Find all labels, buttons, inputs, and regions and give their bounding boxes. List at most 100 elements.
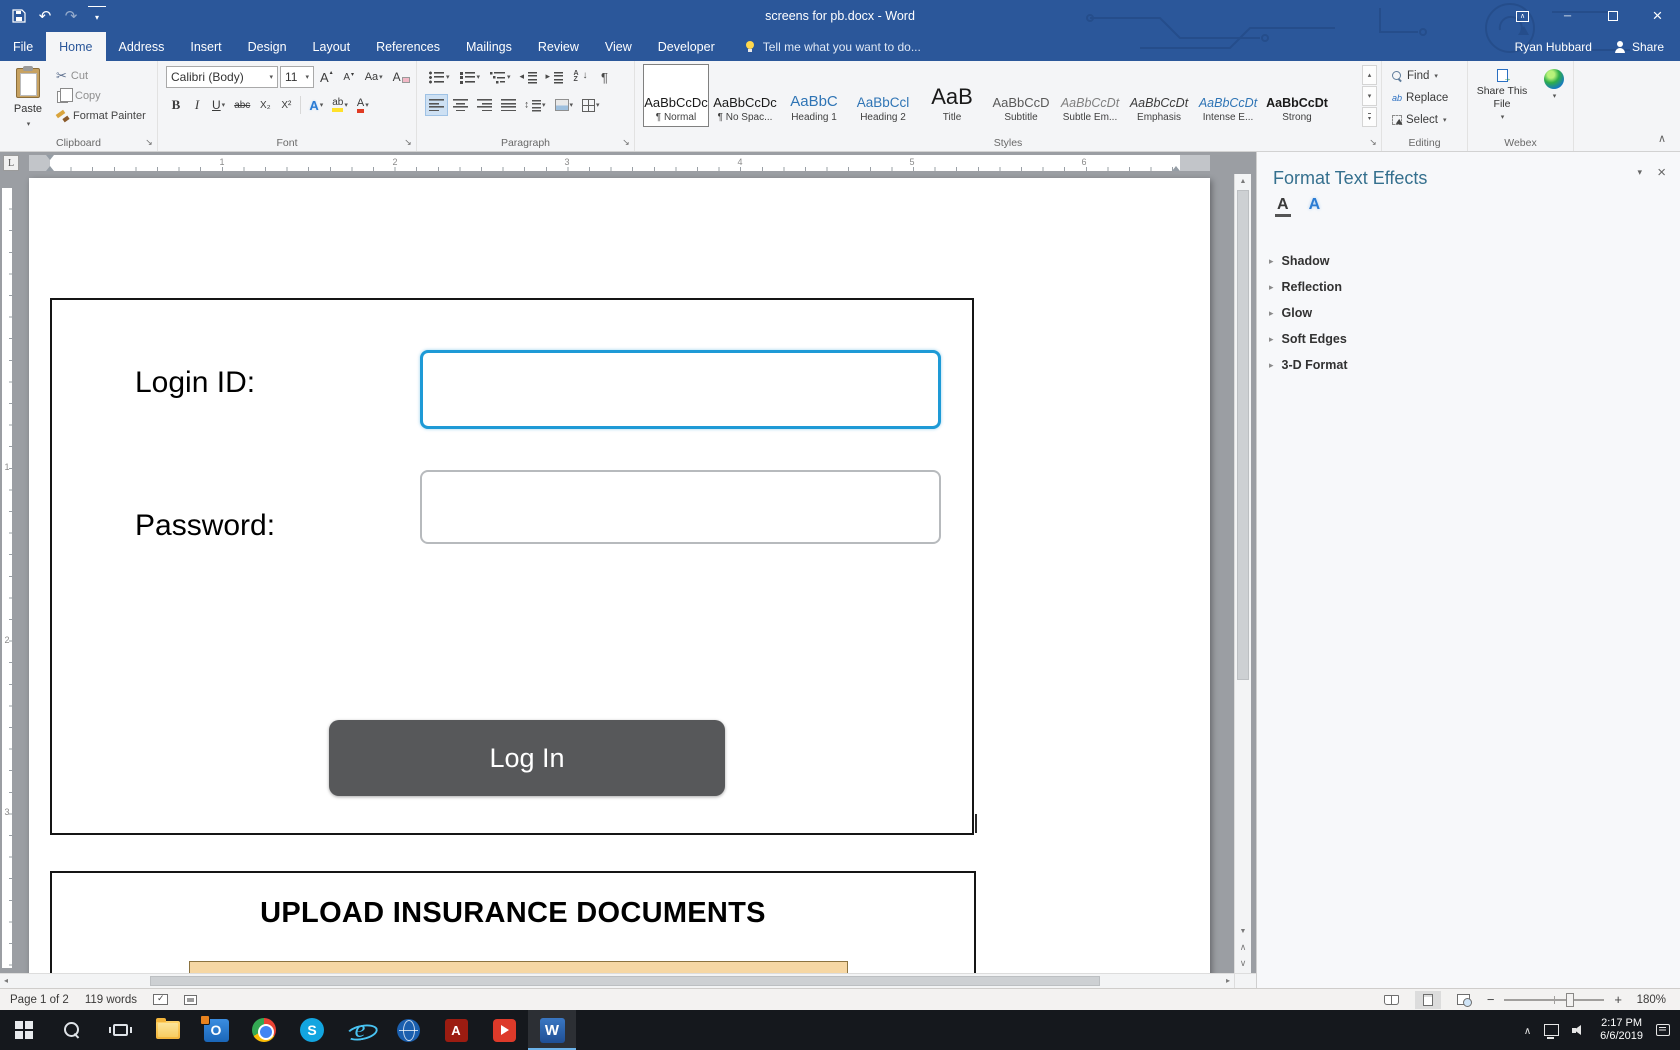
tab-developer[interactable]: Developer bbox=[645, 32, 728, 61]
style-heading-1[interactable]: AaBbC Heading 1 bbox=[781, 64, 847, 127]
font-name-select[interactable]: Calibri (Body) bbox=[166, 66, 278, 88]
start-button[interactable] bbox=[0, 1010, 48, 1050]
style-no-spacing[interactable]: AaBbCcDc ¶ No Spac... bbox=[712, 64, 778, 127]
styles-scroll-down-button[interactable] bbox=[1362, 86, 1377, 106]
next-page-button[interactable] bbox=[1235, 958, 1251, 969]
shading-button[interactable] bbox=[551, 94, 578, 116]
borders-button[interactable] bbox=[578, 94, 604, 116]
horizontal-ruler[interactable]: 1 2 3 4 5 6 bbox=[20, 155, 1230, 171]
zoom-out-button[interactable] bbox=[1487, 992, 1495, 1007]
zoom-slider[interactable] bbox=[1504, 999, 1604, 1001]
section-soft-edges[interactable]: Soft Edges bbox=[1269, 327, 1668, 351]
read-mode-button[interactable] bbox=[1379, 991, 1405, 1009]
justify-button[interactable] bbox=[497, 94, 520, 116]
vertical-scrollbar[interactable] bbox=[1234, 174, 1251, 973]
change-case-button[interactable] bbox=[361, 66, 387, 88]
previous-page-button[interactable] bbox=[1235, 942, 1251, 953]
user-name[interactable]: Ryan Hubbard bbox=[1515, 40, 1592, 54]
italic-button[interactable] bbox=[187, 94, 207, 116]
horizontal-scroll-thumb[interactable] bbox=[150, 976, 1100, 986]
format-painter-button[interactable]: Format Painter bbox=[56, 108, 146, 124]
align-right-button[interactable] bbox=[473, 94, 496, 116]
paragraph-dialog-launcher[interactable] bbox=[621, 137, 631, 147]
network-icon[interactable] bbox=[1544, 1024, 1559, 1036]
tab-mailings[interactable]: Mailings bbox=[453, 32, 525, 61]
scroll-left-arrow[interactable] bbox=[4, 976, 8, 985]
pane-options-button[interactable] bbox=[1637, 164, 1642, 178]
first-line-indent-marker[interactable] bbox=[46, 155, 54, 160]
scroll-down-arrow[interactable] bbox=[1235, 928, 1251, 935]
sort-button[interactable] bbox=[569, 66, 593, 88]
style-heading-2[interactable]: AaBbCcl Heading 2 bbox=[850, 64, 916, 127]
font-dialog-launcher[interactable] bbox=[403, 137, 413, 147]
decrease-indent-button[interactable] bbox=[517, 66, 541, 88]
tab-design[interactable]: Design bbox=[235, 32, 300, 61]
align-left-button[interactable] bbox=[425, 94, 448, 116]
strikethrough-button[interactable] bbox=[230, 94, 254, 116]
bullets-button[interactable] bbox=[425, 66, 454, 88]
multilevel-list-button[interactable] bbox=[486, 66, 515, 88]
shrink-font-button[interactable] bbox=[339, 66, 359, 88]
styles-dialog-launcher[interactable] bbox=[1368, 137, 1378, 147]
share-button[interactable]: Share bbox=[1614, 40, 1664, 54]
style-emphasis[interactable]: AaBbCcDt Emphasis bbox=[1126, 64, 1192, 127]
section-glow[interactable]: Glow bbox=[1269, 301, 1668, 325]
select-button[interactable]: Select bbox=[1392, 111, 1446, 129]
text-effects-icon[interactable]: A bbox=[1307, 196, 1323, 217]
hanging-indent-marker[interactable] bbox=[46, 166, 54, 171]
underline-button[interactable] bbox=[208, 94, 229, 116]
paste-button[interactable]: Paste bbox=[5, 65, 51, 129]
minimize-button[interactable] bbox=[1545, 0, 1590, 32]
show-hide-marks-button[interactable] bbox=[595, 66, 615, 88]
right-indent-marker[interactable] bbox=[1172, 166, 1180, 171]
line-spacing-button[interactable] bbox=[521, 94, 550, 116]
vertical-scroll-thumb[interactable] bbox=[1237, 190, 1249, 680]
page-indicator[interactable]: Page 1 of 2 bbox=[10, 994, 69, 1006]
find-button[interactable]: Find bbox=[1392, 67, 1438, 85]
file-explorer-button[interactable] bbox=[144, 1010, 192, 1050]
copy-button[interactable]: Copy bbox=[56, 88, 146, 104]
section-reflection[interactable]: Reflection bbox=[1269, 275, 1668, 299]
style-normal[interactable]: AaBbCcDc ¶ Normal bbox=[643, 64, 709, 127]
chrome-button[interactable] bbox=[240, 1010, 288, 1050]
close-button[interactable] bbox=[1635, 0, 1680, 32]
section-shadow[interactable]: Shadow bbox=[1269, 249, 1668, 273]
task-view-button[interactable] bbox=[96, 1010, 144, 1050]
media-app-button[interactable] bbox=[480, 1010, 528, 1050]
volume-icon[interactable] bbox=[1572, 1024, 1587, 1036]
styles-more-button[interactable] bbox=[1362, 107, 1377, 127]
horizontal-scrollbar[interactable] bbox=[0, 973, 1234, 988]
word-taskbar-button[interactable] bbox=[528, 1010, 576, 1050]
pane-close-button[interactable] bbox=[1657, 164, 1666, 181]
style-subtle-emphasis[interactable]: AaBbCcDt Subtle Em... bbox=[1057, 64, 1123, 127]
text-fill-outline-icon[interactable]: A bbox=[1275, 196, 1291, 217]
password-input[interactable] bbox=[420, 470, 941, 544]
style-subtitle[interactable]: AaBbCcD Subtitle bbox=[988, 64, 1054, 127]
align-center-button[interactable] bbox=[449, 94, 472, 116]
grow-font-button[interactable] bbox=[316, 66, 337, 88]
redo-button[interactable] bbox=[62, 6, 80, 26]
customize-qat-button[interactable] bbox=[88, 6, 106, 26]
section-3d-format[interactable]: 3-D Format bbox=[1269, 353, 1668, 377]
clipboard-dialog-launcher[interactable] bbox=[144, 137, 154, 147]
tray-expand-icon[interactable] bbox=[1524, 1023, 1531, 1037]
highlight-button[interactable] bbox=[328, 94, 352, 116]
macro-record-icon[interactable] bbox=[184, 995, 197, 1005]
text-effects-button[interactable] bbox=[305, 94, 327, 116]
zoom-level[interactable]: 180% bbox=[1632, 994, 1666, 1006]
tab-review[interactable]: Review bbox=[525, 32, 592, 61]
outlook-button[interactable] bbox=[192, 1010, 240, 1050]
document-page[interactable]: Login ID: Password: Log In UPLOAD INSURA… bbox=[29, 178, 1210, 988]
internet-explorer-button[interactable] bbox=[336, 1010, 384, 1050]
tab-layout[interactable]: Layout bbox=[300, 32, 364, 61]
print-layout-button[interactable] bbox=[1415, 991, 1441, 1009]
collapse-ribbon-button[interactable] bbox=[1658, 131, 1666, 145]
style-intense-emphasis[interactable]: AaBbCcDt Intense E... bbox=[1195, 64, 1261, 127]
login-button[interactable]: Log In bbox=[329, 720, 725, 796]
tell-me-box[interactable]: Tell me what you want to do... bbox=[744, 32, 921, 61]
subscript-button[interactable] bbox=[255, 94, 275, 116]
bold-button[interactable] bbox=[166, 94, 186, 116]
tab-insert[interactable]: Insert bbox=[177, 32, 234, 61]
vertical-ruler[interactable]: 1 2 3 bbox=[0, 174, 14, 988]
tab-references[interactable]: References bbox=[363, 32, 453, 61]
